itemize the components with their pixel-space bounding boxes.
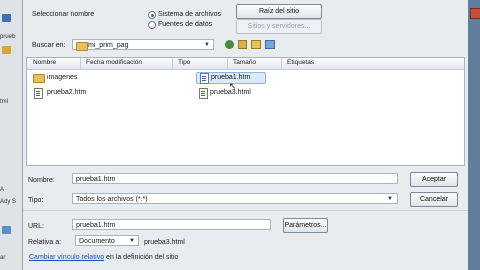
search-in-label: Buscar en: [32,42,66,49]
close-icon[interactable] [470,8,480,19]
radio-datasources-label: Fuentes de datos [158,21,213,28]
radio-filesystem[interactable] [148,11,156,19]
background-label: prueb [0,34,16,40]
file-list-header: Nombre Fecha modificación Tipo Tamaño Et… [26,57,465,70]
column-separator[interactable] [281,58,282,69]
column-name[interactable]: Nombre [33,59,56,66]
background-label: A [0,187,5,193]
change-relative-link[interactable]: Cambiar vínculo relativo [29,254,104,261]
site-root-button[interactable]: Raíz del sitio [236,4,322,19]
list-item[interactable]: imagenes [33,73,103,83]
type-label: Tipo: [28,197,44,204]
servers-button[interactable]: Sitios y servidores... [236,19,322,34]
view-menu-icon[interactable] [265,40,275,49]
file-icon [34,88,43,99]
select-name-label: Seleccionar nombre [32,11,95,18]
name-field[interactable]: prueba1.htm [72,173,398,184]
folder-icon [76,42,88,51]
new-folder-icon[interactable] [251,40,261,49]
divider [23,210,468,211]
background-window-left: prueb tml A Ady S ar [0,0,22,270]
radio-datasources[interactable] [148,21,156,29]
search-in-value: mi_prim_pag [88,42,129,49]
cancel-button[interactable]: Cancelar [410,192,458,207]
chevron-down-icon: ▼ [204,42,210,48]
background-label: ar [0,255,6,261]
column-size[interactable]: Tamaño [233,59,256,66]
name-label: Nombre: [28,177,55,184]
relative-value: Documento [79,238,115,245]
accept-button[interactable]: Aceptar [410,172,458,187]
list-item-label: prueba2.htm [47,89,87,96]
change-relative-link-row: Cambiar vínculo relativo en la definició… [29,253,178,262]
column-separator[interactable] [80,58,81,69]
file-icon [199,88,208,99]
relative-label: Relativa a: [28,239,62,246]
mouse-cursor-icon: ↖ [229,81,237,91]
relative-dropdown[interactable]: Documento ▼ [75,235,139,246]
folder-icon [33,74,45,83]
list-item-label: imagenes [47,74,78,81]
relative-file-label: prueba3.html [144,239,185,246]
file-icon [200,73,209,84]
up-folder-icon[interactable] [238,40,247,49]
list-item[interactable]: prueba2.htm [33,88,103,99]
background-window-right [468,0,480,270]
column-separator[interactable] [227,58,228,69]
background-label: Ady S [0,199,17,205]
url-label: URL: [28,223,44,230]
radio-filesystem-label: Sistema de archivos [158,11,222,18]
url-field[interactable]: prueba1.htm [72,219,271,230]
type-value: Todos los archivos (*.*) [76,196,148,203]
params-button[interactable]: Parámetros... [283,218,328,233]
folder-icon [2,46,11,54]
search-in-dropdown[interactable]: mi_prim_pag ▼ [72,39,214,51]
grid-icon [2,226,11,234]
back-icon[interactable] [225,40,234,49]
file-icon [2,14,11,22]
column-type[interactable]: Tipo [178,59,190,66]
chevron-down-icon: ▼ [129,238,135,244]
background-label: tml [0,99,8,105]
column-tags[interactable]: Etiquetas [287,59,314,66]
type-dropdown[interactable]: Todos los archivos (*.*) ▼ [72,193,398,204]
column-date[interactable]: Fecha modificación [86,59,142,66]
change-relative-rest: en la definición del sitio [106,254,179,261]
column-separator[interactable] [172,58,173,69]
chevron-down-icon: ▼ [387,196,393,202]
select-file-dialog: Seleccionar nombre Sistema de archivos F… [22,0,468,270]
